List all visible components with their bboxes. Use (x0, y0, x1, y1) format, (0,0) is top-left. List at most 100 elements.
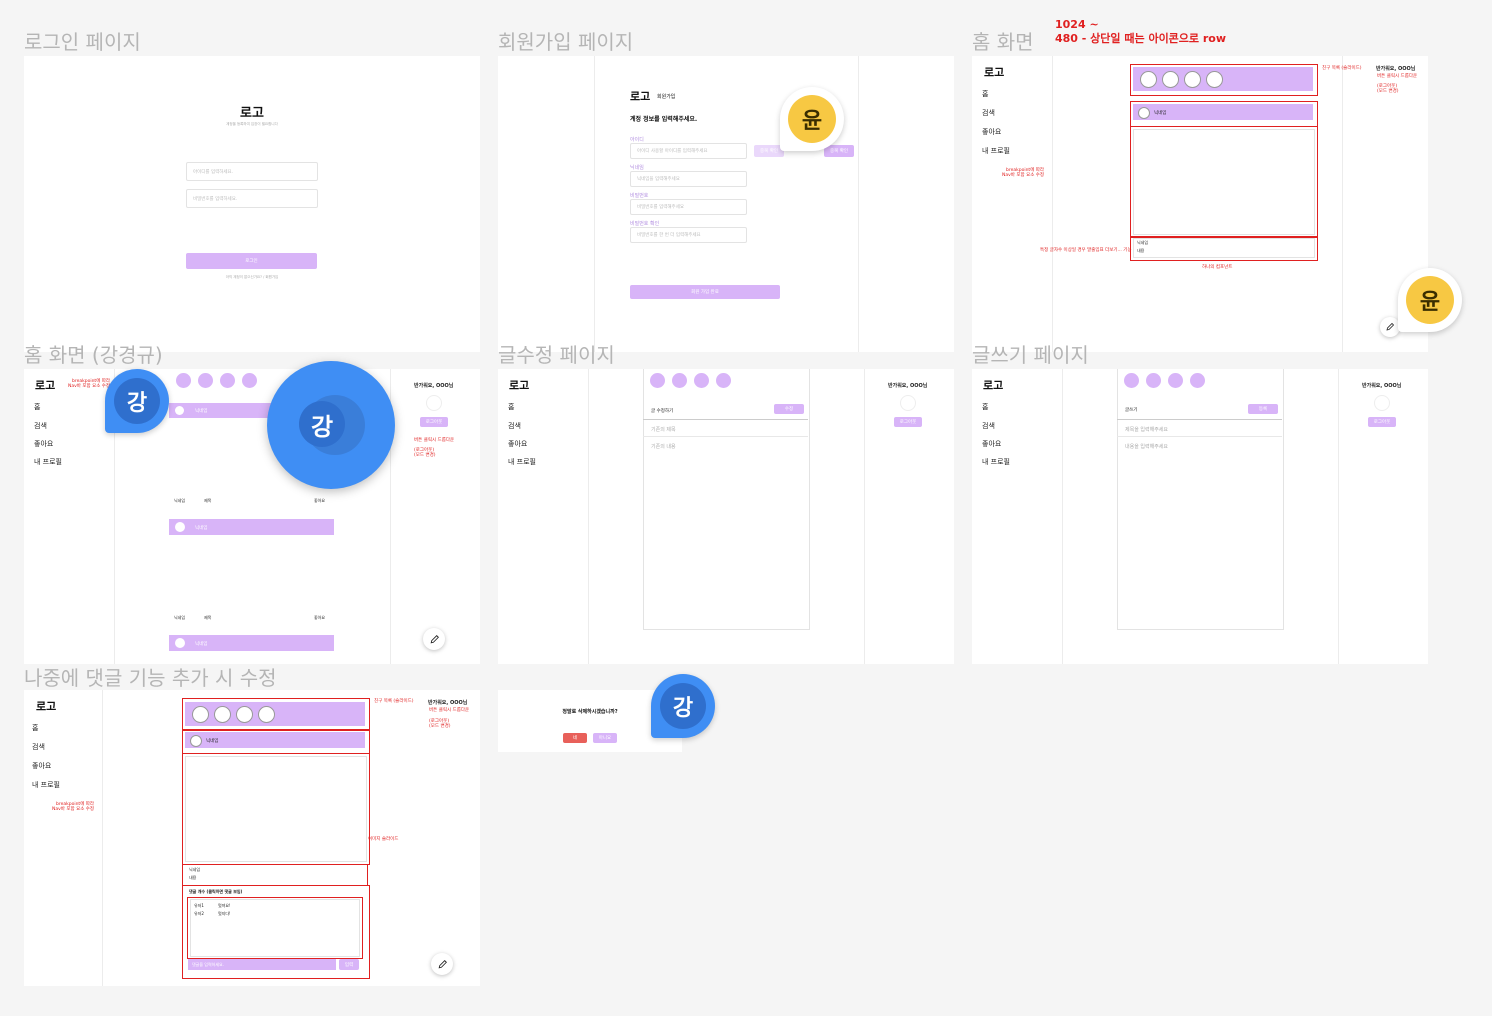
nickname-placeholder: 닉네임을 입력해주세요 (637, 177, 680, 182)
friend-avatar[interactable] (242, 373, 257, 388)
edit-fab[interactable] (423, 628, 445, 650)
kang-avatar-1[interactable]: 강 (105, 369, 169, 433)
comment-placeholder: 댓글을 입력하세요. (192, 962, 224, 967)
kang-avatar-2[interactable]: 강 (651, 674, 715, 738)
edit-fab[interactable] (1380, 317, 1400, 337)
note-ellipsis: 특정 글자수 이상일 경우 말줄임표 더보기... 기능 (1040, 248, 1132, 253)
yoon-avatar-inner: 윤 (788, 95, 836, 143)
signup-link[interactable]: 아직 계정이 없으신가요? / 회원가입 (24, 275, 480, 280)
id-input[interactable]: 아이디 사용할 아이디를 입력해주세요 (630, 143, 747, 159)
comment-count[interactable]: 댓글 개수 (클릭하면 댓글 보임) (189, 889, 242, 895)
friend-avatar[interactable] (1140, 71, 1157, 88)
nav-profile[interactable]: 내 프로필 (508, 457, 536, 467)
friend-avatar[interactable] (198, 373, 213, 388)
comments-sidebar: 로고 홈 검색 좋아요 내 프로필 breakpoint에 따라 Nav바 포함… (24, 690, 103, 986)
password-input[interactable]: 비밀번호를 입력해주세요 (630, 199, 747, 215)
nav-search[interactable]: 검색 (34, 421, 47, 431)
nav-home[interactable]: 홈 (982, 89, 988, 99)
edit-submit-button[interactable]: 수정 (774, 404, 804, 414)
post-avatar[interactable] (1138, 107, 1150, 119)
edit-fab[interactable] (431, 953, 453, 975)
post-avatar[interactable] (175, 406, 184, 415)
logout-button[interactable]: 로그아웃 (420, 417, 448, 427)
home-kang-sidebar: 로고 홈 검색 좋아요 내 프로필 breakpoint에 따라 Nav바 포함… (24, 369, 115, 664)
breakpoint-note: 1024 ~ 480 - 상단일 때는 아이콘으로 row (1055, 18, 1226, 47)
note-dropdown-button: 버튼 클릭시 드롭다운 (414, 438, 455, 443)
post-nickname: 닉네임 (195, 526, 208, 531)
edit-body-field[interactable]: 기존의 내용 (651, 443, 676, 450)
friend-avatar[interactable] (716, 373, 731, 388)
nav-search[interactable]: 검색 (508, 421, 521, 431)
id-input[interactable]: 아이디를 입력하세요. (186, 162, 318, 181)
friend-avatar[interactable] (1190, 373, 1205, 388)
nav-search[interactable]: 검색 (982, 421, 995, 431)
nickname-input[interactable]: 닉네임을 입력해주세요 (630, 171, 747, 187)
friend-avatar[interactable] (694, 373, 709, 388)
friend-avatar[interactable] (1168, 373, 1183, 388)
password-input[interactable]: 비밀번호를 입력하세요. (186, 189, 318, 208)
post-avatar[interactable] (175, 522, 185, 532)
logo: 로고 (630, 90, 651, 103)
friend-avatar[interactable] (1184, 71, 1201, 88)
logout-button[interactable]: 로그아웃 (1368, 417, 1396, 427)
check-button[interactable]: 중복 확인 (824, 145, 854, 157)
friend-avatar[interactable] (650, 373, 665, 388)
nav-home[interactable]: 홈 (32, 723, 38, 733)
pencil-icon (438, 959, 447, 968)
post-avatar[interactable] (190, 735, 202, 747)
friend-avatar[interactable] (192, 706, 209, 723)
friend-avatar[interactable] (258, 706, 275, 723)
signup-frame: 로고 회원가입 계정 정보를 입력해주세요. 아이디 아이디 사용할 아이디를 … (498, 56, 954, 352)
nav-likes[interactable]: 좋아요 (34, 439, 53, 449)
greeting: 반가워요, OOO님 (888, 383, 928, 389)
delete-yes-button[interactable]: 네 (563, 733, 587, 743)
id-placeholder: 아이디를 입력하세요. (193, 169, 234, 175)
post-nickname: 닉네임 (1154, 111, 1167, 116)
nav-likes[interactable]: 좋아요 (982, 127, 1001, 137)
nav-home[interactable]: 홈 (34, 402, 40, 412)
kang-avatar-inner: 강 (114, 378, 160, 424)
friend-avatar[interactable] (1124, 373, 1139, 388)
friend-avatar[interactable] (214, 706, 231, 723)
id-placeholder: 아이디 사용할 아이디를 입력해주세요 (637, 149, 708, 154)
kang-avatar-large[interactable]: 강 (267, 361, 395, 489)
friend-avatar[interactable] (220, 373, 235, 388)
post-avatar[interactable] (175, 638, 185, 648)
nav-profile[interactable]: 내 프로필 (982, 146, 1010, 156)
nav-likes[interactable]: 좋아요 (982, 439, 1001, 449)
nav-home[interactable]: 홈 (982, 402, 988, 412)
profile-avatar[interactable] (1374, 395, 1390, 411)
logout-button[interactable]: 로그아웃 (894, 417, 922, 427)
friend-avatar[interactable] (176, 373, 191, 388)
friend-avatar[interactable] (1146, 373, 1161, 388)
greeting: 반가워요, OOO님 (414, 383, 454, 389)
nav-likes[interactable]: 좋아요 (508, 439, 527, 449)
write-title-field[interactable]: 제목을 입력해주세요 (1125, 426, 1168, 433)
edit-title-field[interactable]: 기존의 제목 (651, 426, 676, 433)
yoon-avatar-2[interactable]: 윤 (1398, 268, 1462, 332)
nav-profile[interactable]: 내 프로필 (32, 780, 60, 790)
friend-avatar[interactable] (1162, 71, 1179, 88)
nav-search[interactable]: 검색 (982, 108, 995, 118)
nav-profile[interactable]: 내 프로필 (34, 457, 62, 467)
delete-no-button[interactable]: 아니요 (593, 733, 617, 743)
write-submit-button[interactable]: 등록 (1248, 404, 1278, 414)
friend-avatar[interactable] (672, 373, 687, 388)
yoon-avatar-1[interactable]: 윤 (780, 87, 844, 151)
home-frame: 로고 홈 검색 좋아요 내 프로필 breakpoint에 따라 Nav바 포함… (972, 56, 1428, 352)
profile-avatar[interactable] (900, 395, 916, 411)
comment-submit-button[interactable]: 입력 (339, 959, 359, 970)
profile-avatar[interactable] (426, 395, 442, 411)
post-nickname: 닉네임 (195, 642, 208, 647)
nav-profile[interactable]: 내 프로필 (982, 457, 1010, 467)
nav-home[interactable]: 홈 (508, 402, 514, 412)
nav-likes[interactable]: 좋아요 (32, 761, 51, 771)
login-button[interactable]: 로그인 (186, 253, 317, 269)
password-confirm-input[interactable]: 비밀번호를 한 번 더 입력해주세요 (630, 227, 747, 243)
friend-avatar[interactable] (1206, 71, 1223, 88)
friend-avatar[interactable] (236, 706, 253, 723)
write-body-field[interactable]: 내용을 입력해주세요 (1125, 443, 1168, 450)
nav-search[interactable]: 검색 (32, 742, 45, 752)
home-right-divider (1342, 56, 1343, 352)
signup-submit-button[interactable]: 회원 가입 완료 (630, 285, 780, 299)
